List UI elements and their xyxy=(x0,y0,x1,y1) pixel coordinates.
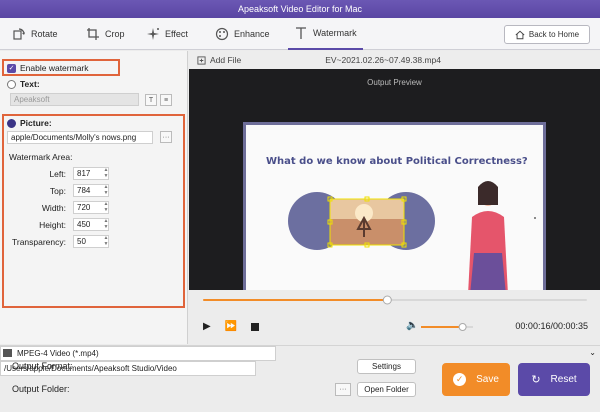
volume-thumb[interactable] xyxy=(458,323,467,331)
folder-ellipsis-icon: ··· xyxy=(339,386,347,393)
text-label: Text: xyxy=(20,79,40,89)
font-t-icon: T xyxy=(148,96,154,104)
reset-icon: ↻ xyxy=(531,374,541,386)
browse-folder-button[interactable]: ··· xyxy=(335,383,351,396)
slide-graphics xyxy=(288,181,536,295)
open-folder-button[interactable]: Open Folder xyxy=(357,382,416,397)
tab-effect-label: Effect xyxy=(165,29,188,39)
left-label: Left: xyxy=(49,169,66,179)
ellipsis-icon: ··· xyxy=(162,133,170,141)
top-stepper[interactable]: ▲ ▼ xyxy=(102,184,110,197)
width-label: Width: xyxy=(41,203,66,213)
watermark-settings-panel: ✓ Enable watermark Text: Apeaksoft T ≡ P… xyxy=(0,51,188,344)
tab-crop-label: Crop xyxy=(105,29,125,39)
width-stepper[interactable]: ▲ ▼ xyxy=(102,201,110,214)
text-input[interactable]: Apeaksoft xyxy=(10,93,139,106)
settings-button[interactable]: Settings xyxy=(357,359,416,374)
transparency-label: Transparency: xyxy=(11,237,66,247)
preview-title: Output Preview xyxy=(367,78,422,87)
save-button[interactable]: ✓ Save xyxy=(442,363,510,396)
enable-watermark-checkbox[interactable]: ✓ xyxy=(7,63,16,73)
height-stepper[interactable]: ▲ ▼ xyxy=(102,218,110,231)
transparency-stepper[interactable]: ▲ ▼ xyxy=(102,235,110,248)
stop-icon[interactable] xyxy=(251,322,260,331)
tab-rotate[interactable]: Rotate xyxy=(12,18,58,50)
save-label: Save xyxy=(476,374,499,385)
output-format-label: Output Format: xyxy=(12,361,73,371)
tab-enhance-label: Enhance xyxy=(234,29,270,39)
add-file-icon xyxy=(197,55,206,65)
slide-image: What do we know about Political Correctn… xyxy=(246,125,543,295)
tab-enhance[interactable]: Enhance xyxy=(215,18,270,50)
back-to-home-label: Back to Home xyxy=(528,30,580,39)
volume-icon[interactable]: 🔈 xyxy=(406,320,418,331)
text-t-icon xyxy=(296,27,306,39)
output-folder-label: Output Folder: xyxy=(12,384,70,394)
time-display: 00:00:16/00:00:35 xyxy=(515,321,588,331)
playback-controls: ▶ ⏩ 🔈 00:00:16/00:00:35 xyxy=(189,290,600,344)
picture-radio[interactable] xyxy=(7,118,16,128)
tab-watermark[interactable]: Watermark xyxy=(288,18,363,50)
add-file-button[interactable]: Add File xyxy=(197,55,241,65)
volume-slider[interactable] xyxy=(421,322,481,332)
crop-icon xyxy=(87,28,99,40)
reset-label: Reset xyxy=(550,374,577,385)
enable-watermark-label: Enable watermark xyxy=(20,63,89,73)
add-file-label: Add File xyxy=(210,55,242,65)
play-icon[interactable]: ▶ xyxy=(203,321,211,332)
picture-path-input[interactable]: apple/Documents/Molly's nows.png xyxy=(7,131,153,144)
sparkle-icon xyxy=(147,28,159,40)
top-label: Top: xyxy=(49,186,66,196)
filename-label: EV~2021.02.26~07.49.38.mp4 xyxy=(325,55,441,65)
video-file-icon xyxy=(3,349,12,357)
reset-button[interactable]: ↻ Reset xyxy=(518,363,590,396)
text-edit-icon: ≡ xyxy=(163,96,169,104)
watermark-area-label: Watermark Area: xyxy=(9,152,73,162)
progress-fill xyxy=(203,299,388,301)
fast-forward-icon[interactable]: ⏩ xyxy=(225,321,237,332)
output-format-select[interactable]: MPEG-4 Video (*.mp4) ⌄ xyxy=(0,346,596,361)
home-icon xyxy=(515,30,525,39)
file-bar: Add File EV~2021.02.26~07.49.38.mp4 xyxy=(189,51,600,69)
browse-picture-button[interactable]: ··· xyxy=(160,131,172,143)
output-format-value: MPEG-4 Video (*.mp4) xyxy=(17,349,99,358)
window-title: Apeaksoft Video Editor for Mac xyxy=(0,0,600,18)
text-font-button[interactable]: T xyxy=(145,94,157,106)
height-label: Height: xyxy=(39,220,66,230)
toolbar: Rotate Crop Effect Enhance Watermark Bac… xyxy=(0,18,600,50)
tab-crop[interactable]: Crop xyxy=(86,18,125,50)
text-option-row[interactable]: Text: xyxy=(7,79,40,89)
tab-rotate-label: Rotate xyxy=(31,29,58,39)
left-stepper[interactable]: ▲ ▼ xyxy=(102,167,110,180)
palette-icon xyxy=(215,27,229,41)
progress-track[interactable] xyxy=(189,290,600,310)
transport-buttons: ▶ ⏩ xyxy=(203,321,260,332)
text-radio[interactable] xyxy=(7,79,16,89)
output-bar: Output Format: MPEG-4 Video (*.mp4) ⌄ Se… xyxy=(0,345,600,412)
video-frame: What do we know about Political Correctn… xyxy=(243,122,546,300)
tab-watermark-label: Watermark xyxy=(313,28,357,38)
back-to-home-button[interactable]: Back to Home xyxy=(504,25,590,44)
progress-thumb[interactable] xyxy=(382,295,392,305)
picture-label: Picture: xyxy=(20,118,52,128)
rotate-icon xyxy=(13,28,25,40)
watermark-area-heading: Watermark Area: xyxy=(9,152,72,162)
picture-option-row[interactable]: Picture: xyxy=(7,118,52,128)
tab-effect[interactable]: Effect xyxy=(146,18,188,50)
volume-fill xyxy=(421,326,463,328)
enable-watermark-row[interactable]: ✓ Enable watermark xyxy=(7,63,89,73)
text-edit-button[interactable]: ≡ xyxy=(160,94,172,106)
check-icon: ✓ xyxy=(453,373,467,386)
